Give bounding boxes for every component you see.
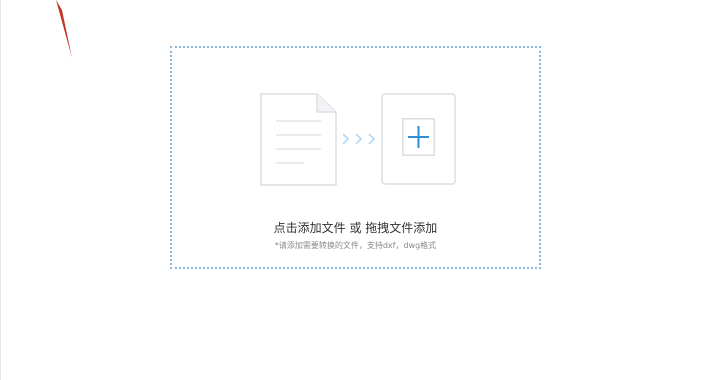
converter-page: 点击添加文件 或 拖拽文件添加 *请添加需要转换的文件，支持dxf，dwg格式: [0, 0, 713, 380]
arrows-icon: [342, 133, 376, 145]
file-drop-zone[interactable]: 点击添加文件 或 拖拽文件添加 *请添加需要转换的文件，支持dxf，dwg格式: [170, 46, 541, 269]
upload-instruction: 点击添加文件 或 拖拽文件添加: [273, 221, 438, 235]
add-file-button[interactable]: [402, 118, 435, 156]
annotation-arrow-line: [56, 0, 72, 58]
document-icon: [260, 93, 337, 186]
upload-hint: *请添加需要转换的文件，支持dxf，dwg格式: [274, 241, 437, 250]
